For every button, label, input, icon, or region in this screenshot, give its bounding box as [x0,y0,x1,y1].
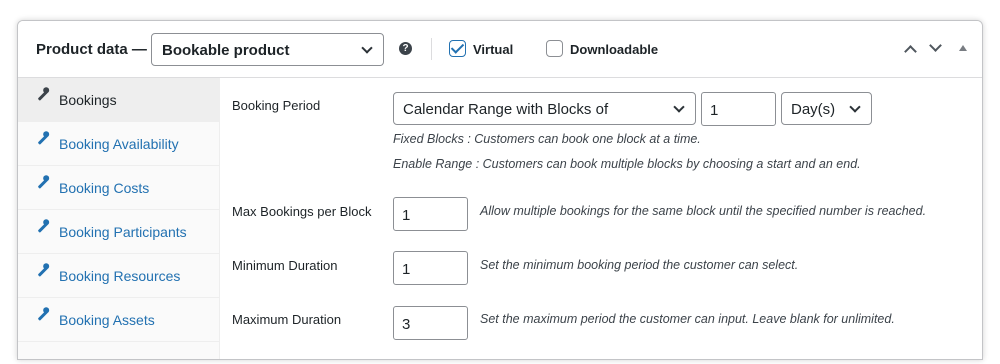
booking-period-help-range: Enable Range : Customers can book multip… [393,157,861,171]
move-down-icon[interactable] [929,39,942,52]
tab-label: Booking Participants [59,224,187,240]
product-data-header: Product data — Bookable product ? Virtua… [18,21,982,78]
product-data-panel: Product data — Bookable product ? Virtua… [17,20,983,360]
tab-booking-assets[interactable]: Booking Assets [18,298,220,342]
wrench-icon [37,134,49,145]
virtual-label[interactable]: Virtual [473,42,513,57]
min-duration-label: Minimum Duration [232,258,338,273]
wrench-icon [37,178,49,189]
max-bookings-help: Allow multiple bookings for the same blo… [480,204,927,218]
product-data-tabs: Bookings Booking Availability Booking Co… [18,78,220,359]
downloadable-label[interactable]: Downloadable [570,42,658,57]
product-type-select[interactable]: Bookable product [151,33,384,66]
booking-period-mode-value: Calendar Range with Blocks of [403,101,609,118]
tab-booking-costs[interactable]: Booking Costs [18,166,220,210]
tab-bookings[interactable]: Bookings [18,78,220,122]
max-bookings-label: Max Bookings per Block [232,204,372,219]
tab-booking-participants[interactable]: Booking Participants [18,210,220,254]
tab-label: Bookings [59,92,117,108]
wrench-icon [37,310,49,321]
chevron-down-icon [673,101,685,113]
chevron-down-icon [849,101,861,113]
tab-label: Booking Assets [59,312,155,328]
max-bookings-input[interactable]: 1 [393,197,468,231]
block-unit-value: Day(s) [791,101,836,118]
virtual-checkbox[interactable] [449,40,466,57]
help-icon[interactable]: ? [399,42,412,55]
tab-label: Booking Costs [59,180,150,196]
max-duration-label: Maximum Duration [232,312,342,327]
min-duration-input[interactable]: 1 [393,251,468,285]
header-divider [431,38,432,60]
tab-label: Booking Resources [59,268,181,284]
tab-label: Booking Availability [59,136,179,152]
booking-period-label: Booking Period [232,98,321,113]
product-type-value: Bookable product [162,42,290,59]
min-duration-help: Set the minimum booking period the custo… [480,258,799,272]
max-duration-help: Set the maximum period the customer can … [480,312,895,326]
booking-period-mode-select[interactable]: Calendar Range with Blocks of [393,92,696,125]
block-length-input[interactable]: 1 [701,92,776,126]
wrench-icon [37,222,49,233]
bookings-panel: Booking Period Calendar Range with Block… [221,78,982,359]
collapse-toggle-icon[interactable] [959,45,967,51]
panel-title: Product data — [36,41,147,58]
wrench-icon [37,90,49,101]
max-duration-input[interactable]: 3 [393,306,468,340]
downloadable-checkbox[interactable] [546,40,563,57]
chevron-down-icon [361,42,373,54]
move-up-icon[interactable] [904,45,917,58]
tab-booking-resources[interactable]: Booking Resources [18,254,220,298]
block-unit-select[interactable]: Day(s) [781,92,872,125]
tab-booking-availability[interactable]: Booking Availability [18,122,220,166]
wrench-icon [37,266,49,277]
booking-period-help-fixed: Fixed Blocks : Customers can book one bl… [393,132,701,146]
